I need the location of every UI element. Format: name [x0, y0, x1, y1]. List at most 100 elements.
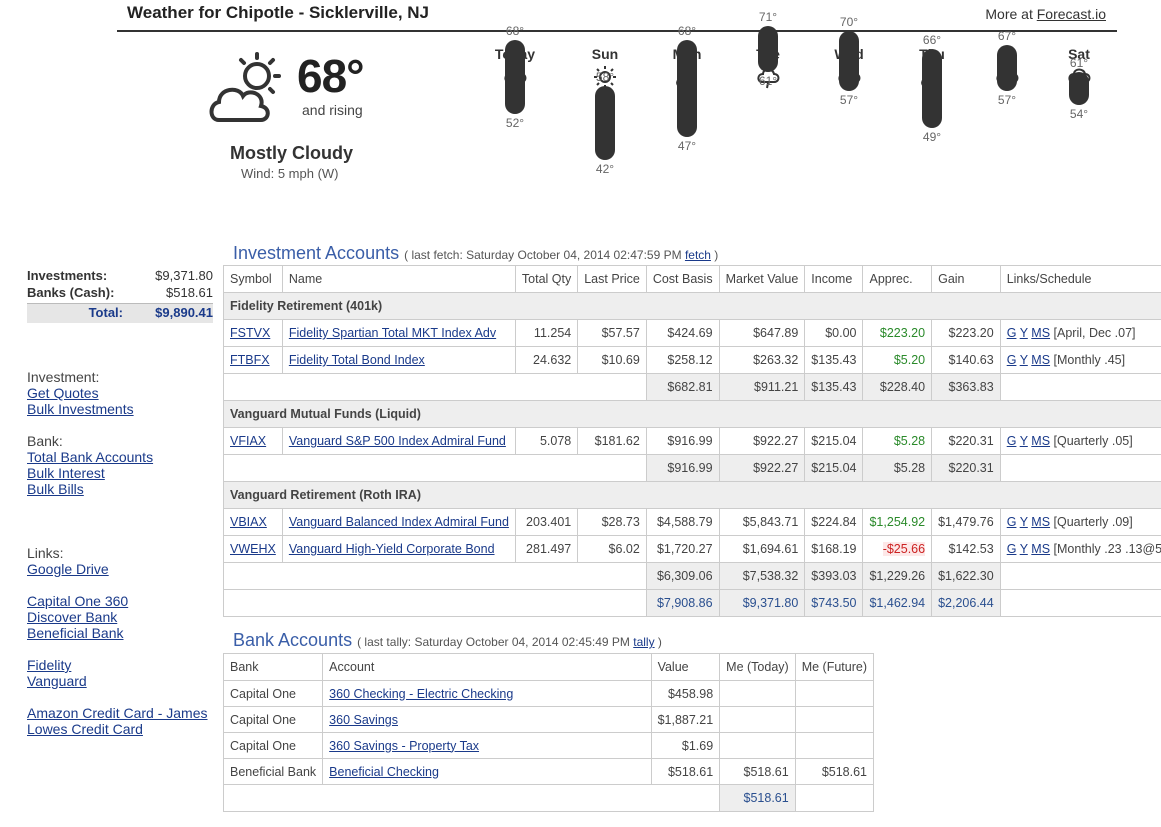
symbol-cell: FTBFX: [223, 346, 283, 374]
col-me-today: Me (Today): [719, 653, 796, 681]
fund-name-link[interactable]: Vanguard High-Yield Corporate Bond: [289, 542, 495, 556]
total-bank-accounts-link[interactable]: Total Bank Accounts: [27, 449, 153, 465]
credit-card-links-group: Amazon Credit Card - James Lowes Credit …: [27, 705, 208, 737]
account-group-row: Vanguard Retirement (Roth IRA): [223, 481, 1161, 509]
brokerage-sites-group: Fidelity Vanguard: [27, 657, 87, 689]
forecast-high: 68°: [677, 24, 697, 39]
fetch-link[interactable]: fetch: [685, 248, 711, 262]
capital-one-360-link[interactable]: Capital One 360: [27, 593, 128, 609]
symbol-link[interactable]: VWEHX: [230, 542, 276, 556]
bulk-interest-link[interactable]: Bulk Interest: [27, 465, 153, 481]
qty-cell: 281.497: [514, 535, 579, 563]
col-bank: Bank: [222, 653, 324, 681]
gain-cell: $1,479.76: [931, 508, 1001, 536]
temperature-range-bar: [505, 40, 525, 114]
beneficial-bank-link[interactable]: Beneficial Bank: [27, 625, 128, 641]
forecast-high: 61°: [1069, 56, 1089, 71]
lowes-credit-card-link[interactable]: Lowes Credit Card: [27, 721, 208, 737]
account-link[interactable]: 360 Savings - Property Tax: [329, 739, 479, 753]
tally-link[interactable]: tally: [633, 635, 654, 649]
dividend-schedule: [Quarterly .05]: [1053, 434, 1133, 448]
fund-name-link[interactable]: Vanguard Balanced Index Admiral Fund: [289, 515, 509, 529]
temperature-range-bar: [922, 49, 942, 128]
me-future-cell: [794, 680, 875, 707]
yahoo-finance-link[interactable]: Y: [1020, 515, 1028, 529]
fidelity-link[interactable]: Fidelity: [27, 657, 87, 673]
morningstar-link[interactable]: MS: [1031, 326, 1050, 340]
external-links-group: Links: Google Drive: [27, 545, 109, 577]
yahoo-finance-link[interactable]: Y: [1020, 542, 1028, 556]
col-cost-basis: Cost Basis: [645, 265, 720, 293]
weather-widget: Weather for Chipotle - Sicklerville, NJ …: [117, 0, 1117, 215]
google-finance-link[interactable]: G: [1007, 542, 1017, 556]
col-account: Account: [322, 653, 652, 681]
forecast-low: 52°: [505, 115, 525, 130]
bulk-investments-link[interactable]: Bulk Investments: [27, 401, 134, 417]
morningstar-link[interactable]: MS: [1031, 434, 1050, 448]
market-value-cell: $1,694.61: [718, 535, 806, 563]
yahoo-finance-link[interactable]: Y: [1020, 434, 1028, 448]
subtotal-row: $916.99 $922.27 $215.04 $5.28 $220.31: [223, 454, 1161, 482]
apprec-cell: $1,254.92: [862, 508, 933, 536]
google-drive-link[interactable]: Google Drive: [27, 561, 109, 577]
google-finance-link[interactable]: G: [1007, 434, 1017, 448]
subtotal-income: $215.04: [804, 454, 864, 482]
investment-accounts-table: Symbol Name Total Qty Last Price Cost Ba…: [223, 265, 1161, 617]
cost-basis-cell: $424.69: [645, 319, 720, 347]
morningstar-link[interactable]: MS: [1031, 515, 1050, 529]
yahoo-finance-link[interactable]: Y: [1020, 353, 1028, 367]
market-value-cell: $647.89: [718, 319, 806, 347]
discover-bank-link[interactable]: Discover Bank: [27, 609, 128, 625]
market-value-cell: $263.32: [718, 346, 806, 374]
col-value: Value: [650, 653, 721, 681]
subtotal-apprec: $1,229.26: [862, 562, 933, 590]
dividend-schedule: [Monthly .23 .13@50k]: [1053, 542, 1161, 556]
fund-name-link[interactable]: Fidelity Total Bond Index: [289, 353, 425, 367]
price-cell: $10.69: [577, 346, 647, 374]
symbol-link[interactable]: VFIAX: [230, 434, 266, 448]
qty-cell: 203.401: [514, 508, 579, 536]
apprec-cell: -$25.66: [862, 535, 933, 563]
account-cell: 360 Savings - Property Tax: [322, 732, 652, 759]
account-link[interactable]: 360 Checking - Electric Checking: [329, 687, 513, 701]
links-heading: Links:: [27, 545, 64, 561]
account-link[interactable]: 360 Savings: [329, 713, 398, 727]
google-finance-link[interactable]: G: [1007, 326, 1017, 340]
col-total-qty: Total Qty: [514, 265, 579, 293]
me-today-cell: [719, 680, 796, 707]
me-today-cell: $518.61: [719, 758, 796, 785]
total-market: $9,371.80: [718, 589, 806, 617]
symbol-link[interactable]: FTBFX: [230, 353, 270, 367]
google-finance-link[interactable]: G: [1007, 515, 1017, 529]
temperature-range-bar: [839, 31, 859, 91]
subtotal-cost: $916.99: [645, 454, 720, 482]
account-group-name: Vanguard Retirement (Roth IRA): [223, 481, 1161, 509]
forecast-high: 67°: [997, 28, 1017, 43]
table-row: VWEHX Vanguard High-Yield Corporate Bond 2…: [223, 535, 1161, 563]
fund-name-link[interactable]: Fidelity Spartian Total MKT Index Adv: [289, 326, 496, 340]
apprec-value: $1,254.92: [869, 515, 926, 529]
bank-accounts-heading: Bank Accounts: [233, 630, 353, 650]
bank-name-cell: Capital One: [222, 732, 324, 759]
symbol-link[interactable]: FSTVX: [230, 326, 270, 340]
get-quotes-link[interactable]: Get Quotes: [27, 385, 134, 401]
morningstar-link[interactable]: MS: [1031, 542, 1050, 556]
forecast-io-link[interactable]: Forecast.io: [1037, 6, 1106, 22]
current-temperature: 68°: [297, 50, 365, 102]
morningstar-link[interactable]: MS: [1031, 353, 1050, 367]
account-link[interactable]: Beneficial Checking: [329, 765, 439, 779]
yahoo-finance-link[interactable]: Y: [1020, 326, 1028, 340]
symbol-link[interactable]: VBIAX: [230, 515, 267, 529]
account-cell: 360 Savings: [322, 706, 652, 733]
account-group-name: Fidelity Retirement (401k): [223, 292, 1161, 320]
forecast-high: 66°: [922, 33, 942, 48]
links-schedule-cell: G Y MS [Monthly .45]: [999, 346, 1161, 374]
bulk-bills-link[interactable]: Bulk Bills: [27, 481, 153, 497]
forecast-high: 58°: [595, 70, 615, 85]
fund-name-link[interactable]: Vanguard S&P 500 Index Admiral Fund: [289, 434, 506, 448]
bank-name-cell: Beneficial Bank: [222, 758, 324, 785]
income-cell: $215.04: [804, 427, 864, 455]
google-finance-link[interactable]: G: [1007, 353, 1017, 367]
amazon-credit-card-link[interactable]: Amazon Credit Card - James: [27, 705, 208, 721]
vanguard-link[interactable]: Vanguard: [27, 673, 87, 689]
